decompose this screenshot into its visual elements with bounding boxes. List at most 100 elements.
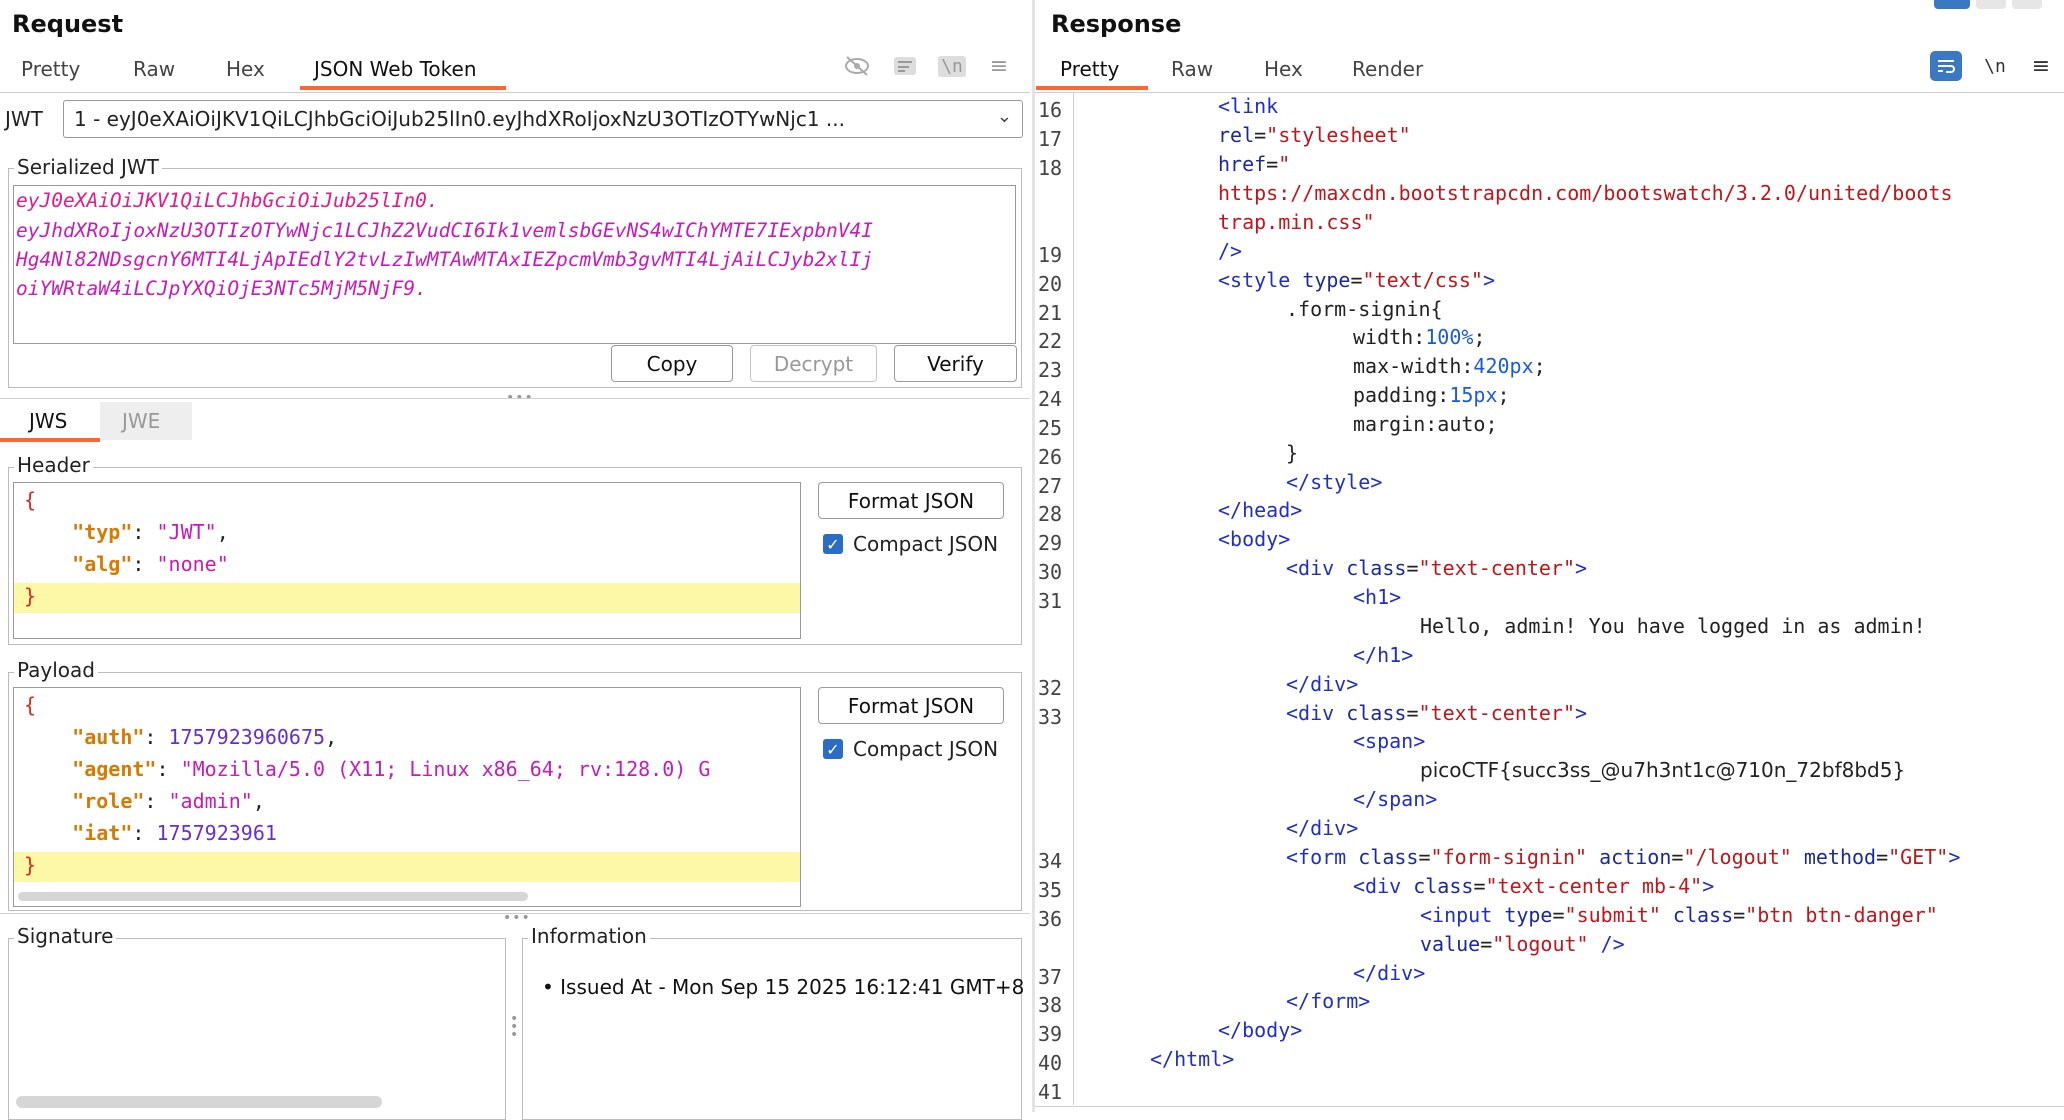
- line-number: 24: [1038, 387, 1063, 411]
- layout-toggle-button[interactable]: [2012, 0, 2042, 9]
- line-number: 39: [1038, 1022, 1063, 1046]
- signature-panel: [8, 938, 506, 1120]
- active-tab-underline: [300, 86, 506, 90]
- layout-toggle-button[interactable]: [1976, 0, 2006, 9]
- code-token: <: [1218, 94, 1231, 118]
- jwt-select[interactable]: 1 - eyJ0eXAiOiJKV1QiLCJhbGciOiJub25lIn0.…: [63, 100, 1023, 138]
- code-token: =: [1266, 152, 1279, 176]
- splitter-handle[interactable]: •••: [503, 910, 531, 926]
- code-line: width:100%;: [1353, 325, 1485, 349]
- payload-json-editor[interactable]: { "auth": 1757923960675, "agent": "Mozil…: [13, 687, 801, 907]
- header-compact-json-checkbox[interactable]: ✓: [823, 534, 843, 554]
- layout-toggle-button[interactable]: [1934, 0, 1970, 9]
- pane-divider[interactable]: [1032, 0, 1035, 1112]
- json-key-auth: "auth": [72, 725, 145, 749]
- json-open-brace: {: [24, 693, 37, 717]
- response-tab-hex[interactable]: Hex: [1264, 57, 1303, 81]
- request-tab-raw[interactable]: Raw: [133, 57, 175, 81]
- divider: [1035, 1106, 2064, 1107]
- menu-icon[interactable]: ≡: [982, 51, 1016, 81]
- code-line-url: https://maxcdn.bootstrapcdn.com/bootswat…: [1218, 181, 1953, 205]
- line-number: 26: [1038, 445, 1063, 469]
- line-highlight: [14, 852, 800, 882]
- decrypt-button[interactable]: Decrypt: [750, 345, 877, 382]
- copy-button[interactable]: Copy: [611, 345, 733, 382]
- code-token: :: [144, 789, 169, 813]
- splitter-handle[interactable]: •••: [510, 1012, 518, 1042]
- wrap-icon[interactable]: [1930, 51, 1962, 81]
- code-token: trap.min.css: [1218, 210, 1363, 234]
- newline-icon[interactable]: \n: [935, 51, 969, 81]
- code-token: rel: [1218, 123, 1255, 147]
- code-token: div: [1377, 961, 1414, 985]
- code-token: "submit": [1564, 903, 1661, 927]
- json-key-iat: "iat": [72, 821, 133, 845]
- request-tab-hex[interactable]: Hex: [226, 57, 265, 81]
- code-token: auto;: [1437, 412, 1498, 436]
- eye-off-icon[interactable]: [840, 51, 874, 81]
- code-token: "GET": [1888, 845, 1949, 869]
- horizontal-scrollbar[interactable]: [18, 892, 528, 901]
- code-line: </html>: [1150, 1047, 1234, 1071]
- serialized-jwt-textarea[interactable]: eyJ0eXAiOiJKV1QiLCJhbGciOiJub25lIn0. eyJ…: [13, 185, 1016, 344]
- response-tab-raw[interactable]: Raw: [1171, 57, 1213, 81]
- menu-icon[interactable]: ≡: [2024, 51, 2058, 81]
- code-token: "btn btn-danger": [1745, 903, 1938, 927]
- code-token: <: [1218, 268, 1231, 292]
- code-token: </: [1286, 989, 1311, 1013]
- code-token: <: [1286, 701, 1299, 725]
- horizontal-scrollbar[interactable]: [16, 1096, 382, 1108]
- newline-icon[interactable]: \n: [1978, 51, 2012, 81]
- json-close-brace: }: [24, 584, 37, 608]
- line-highlight: [14, 583, 800, 613]
- json-value-role: "admin": [168, 789, 253, 813]
- code-token: form: [1298, 845, 1347, 869]
- line-number: 19: [1038, 243, 1063, 267]
- code-line: rel="stylesheet": [1218, 123, 1411, 147]
- line-number: 17: [1038, 127, 1063, 151]
- wrap-icon[interactable]: [888, 51, 922, 81]
- code-line: </form>: [1286, 989, 1370, 1013]
- code-token: =: [1406, 701, 1419, 725]
- request-title: Request: [12, 10, 124, 38]
- code-line: <form class="form-signin" action="/logou…: [1286, 845, 1960, 869]
- code-token: </: [1218, 1018, 1243, 1042]
- code-token: "form-signin": [1430, 845, 1588, 869]
- subtab-jws[interactable]: JWS: [29, 409, 67, 433]
- code-token: div: [1298, 556, 1335, 580]
- line-number: 32: [1038, 676, 1063, 700]
- request-tab-pretty[interactable]: Pretty: [21, 57, 80, 81]
- line-number: 37: [1038, 965, 1063, 989]
- code-line: <div class="text-center mb-4">: [1353, 874, 1714, 898]
- code-token: "typ": "JWT",: [24, 520, 229, 544]
- json-value-typ: "JWT": [156, 520, 217, 544]
- code-token: >: [1290, 1018, 1303, 1042]
- code-token: 100%: [1425, 325, 1474, 349]
- payload-compact-json-checkbox[interactable]: ✓: [823, 739, 843, 759]
- code-token: head: [1242, 498, 1291, 522]
- code-token: "/logout": [1683, 845, 1792, 869]
- code-token: div: [1365, 874, 1402, 898]
- header-json-editor[interactable]: { "typ": "JWT", "alg": "none" }: [13, 482, 801, 639]
- code-token: =: [1406, 556, 1419, 580]
- header-format-json-button[interactable]: Format JSON: [818, 482, 1004, 519]
- request-tab-json-web-token[interactable]: JSON Web Token: [314, 57, 477, 81]
- code-line: </div>: [1353, 961, 1425, 985]
- code-token: body: [1230, 527, 1279, 551]
- code-token: ;: [1497, 383, 1510, 407]
- payload-format-json-button[interactable]: Format JSON: [818, 687, 1004, 724]
- line-number: 18: [1038, 156, 1063, 180]
- chevron-down-icon: ⌄: [996, 106, 1012, 127]
- jwt-payload-part: eyJhdXRoIjoxNzU3OTIzOTYwNjc1LCJhZ2VudCI6…: [16, 219, 874, 242]
- code-line: <body>: [1218, 527, 1290, 551]
- code-token: "iat": 1757923961: [24, 821, 277, 845]
- response-tab-render[interactable]: Render: [1352, 57, 1423, 81]
- verify-button[interactable]: Verify: [894, 345, 1017, 382]
- code-token: value: [1420, 932, 1481, 956]
- code-token: >: [1389, 585, 1402, 609]
- json-value-iat: 1757923961: [156, 821, 277, 845]
- code-token: 15px: [1449, 383, 1498, 407]
- information-panel: [522, 938, 1022, 1120]
- subtab-jwe[interactable]: JWE: [122, 409, 160, 433]
